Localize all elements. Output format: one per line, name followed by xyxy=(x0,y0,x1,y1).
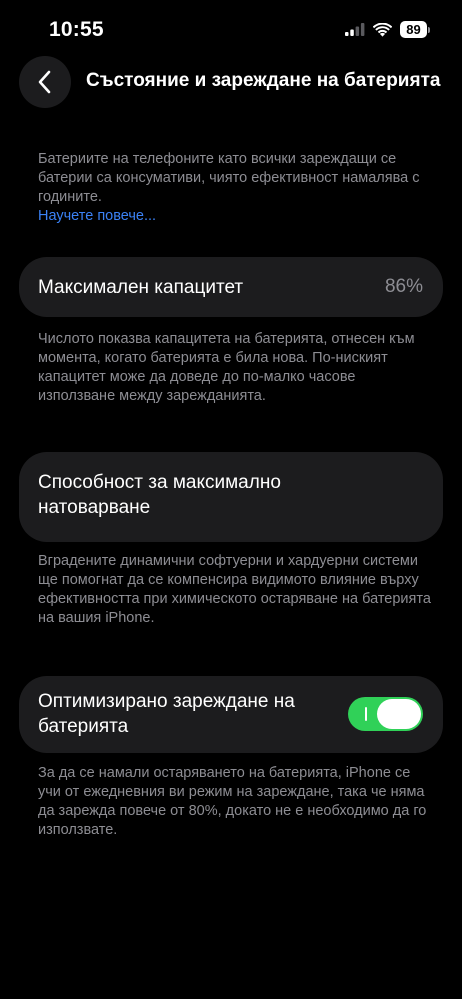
max-capacity-footnote: Числото показва капацитета на батерията,… xyxy=(38,331,415,404)
optimized-charging-label: Оптимизирано зареждане на батерията xyxy=(38,691,295,737)
battery-icon: 89 xyxy=(400,21,430,38)
wifi-icon xyxy=(373,22,392,37)
battery-level: 89 xyxy=(400,21,427,38)
optimized-charging-footnote: За да се намали остаряването на батерият… xyxy=(38,765,427,838)
intro-text-block: Батериите на телефоните като всички заре… xyxy=(38,150,433,226)
status-time: 10:55 xyxy=(49,18,104,41)
status-bar: 10:55 89 xyxy=(0,0,462,56)
chevron-left-icon xyxy=(38,70,51,94)
toggle-knob xyxy=(377,699,421,729)
toggle-on-indicator xyxy=(365,707,367,721)
nav-header: Състояние и зареждане на батерията xyxy=(0,56,462,108)
max-capacity-row: Максимален капацитет 86% xyxy=(19,257,443,317)
peak-performance-label: Способност за максимално натоварване xyxy=(38,472,281,518)
intro-text: Батериите на телефоните като всички заре… xyxy=(38,151,420,205)
max-capacity-value: 86% xyxy=(384,276,423,297)
max-capacity-label: Максимален капацитет xyxy=(38,277,244,298)
peak-performance-row: Способност за максимално натоварване xyxy=(19,452,443,542)
optimized-charging-row: Оптимизирано зареждане на батерията xyxy=(19,676,443,753)
status-icons: 89 xyxy=(345,21,430,38)
learn-more-link[interactable]: Научете повече... xyxy=(38,208,156,224)
optimized-charging-toggle[interactable] xyxy=(348,697,423,731)
cellular-signal-icon xyxy=(345,23,365,36)
peak-performance-footnote: Вградените динамични софтуерни и хардуер… xyxy=(38,553,431,626)
back-button[interactable] xyxy=(19,56,71,108)
page-title: Състояние и зареждане на батерията xyxy=(86,70,441,91)
